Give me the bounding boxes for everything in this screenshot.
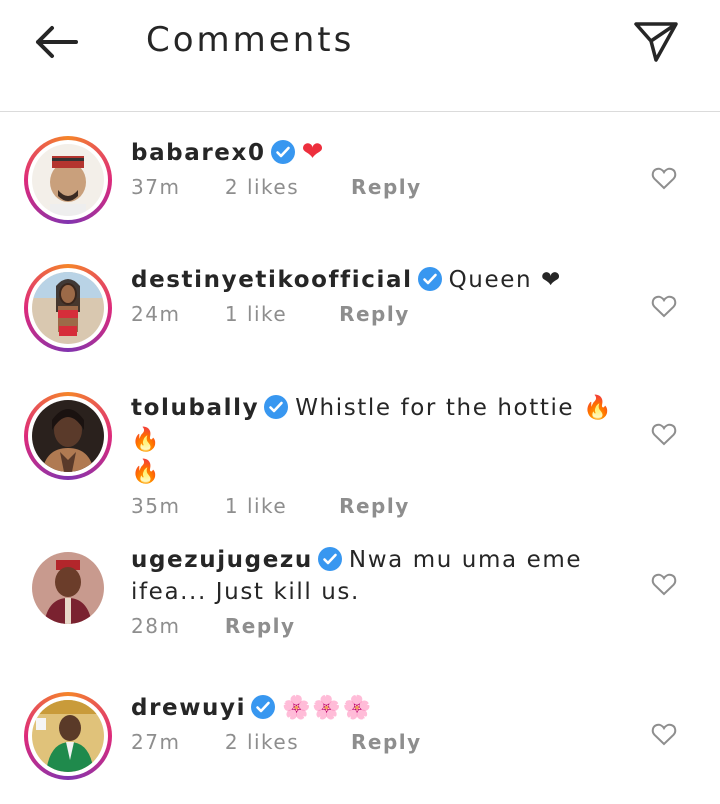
comment-likes[interactable]: 1 like <box>225 494 287 518</box>
comment-likes[interactable]: 1 like <box>225 302 287 326</box>
verified-badge-icon <box>417 267 442 291</box>
comment-item: babarex0 ❤ 37m 2 likes Reply <box>0 136 720 246</box>
avatar[interactable] <box>24 264 112 352</box>
comment-username[interactable]: tolubally <box>131 395 259 421</box>
comment-time: 35m <box>131 494 181 518</box>
comment-time: 37m <box>131 175 181 199</box>
avatar-image <box>32 552 104 624</box>
arrow-left-icon <box>36 26 78 58</box>
avatar[interactable] <box>24 544 112 632</box>
comment-time: 24m <box>131 302 181 326</box>
comment-time: 27m <box>131 730 181 754</box>
comment-item: destinyetikoofficial Queen ❤ 24m 1 like R… <box>0 264 720 374</box>
verified-badge-icon <box>264 395 289 419</box>
reply-button[interactable]: Reply <box>351 730 422 754</box>
comment-likes[interactable]: 2 likes <box>225 175 299 199</box>
page-title: Comments <box>146 20 355 60</box>
reply-button[interactable]: Reply <box>339 494 410 518</box>
comment-username[interactable]: babarex0 <box>131 140 266 166</box>
comments-header: Comments <box>0 0 720 112</box>
comment-username[interactable]: destinyetikoofficial <box>131 267 413 293</box>
comment-item: drewuyi 🌸🌸🌸 27m 2 likes Reply <box>0 692 720 802</box>
comment-text: ❤ <box>301 137 325 167</box>
comment-text-continued: 🔥 <box>131 459 162 485</box>
heart-icon[interactable] <box>651 166 677 190</box>
heart-icon[interactable] <box>651 572 677 596</box>
avatar[interactable] <box>24 392 112 480</box>
avatar-image <box>32 400 104 472</box>
comment-username[interactable]: ugezujugezu <box>131 547 313 573</box>
comment-likes[interactable]: 2 likes <box>225 730 299 754</box>
avatar-image <box>32 272 104 344</box>
heart-icon[interactable] <box>651 722 677 746</box>
comment-time: 28m <box>131 614 181 638</box>
comment-item: ugezujugezu Nwa mu uma eme ifea... Just k… <box>0 544 720 664</box>
avatar[interactable] <box>24 692 112 780</box>
comment-text-continued: ifea... Just kill us. <box>131 579 360 605</box>
comment-text: Nwa mu uma eme <box>348 547 583 573</box>
comment-item: tolubally Whistle for the hottie 🔥 🔥 🔥 35… <box>0 392 720 522</box>
heart-icon[interactable] <box>651 422 677 446</box>
reply-button[interactable]: Reply <box>351 175 422 199</box>
send-paper-plane-icon <box>634 22 678 62</box>
avatar-image <box>32 144 104 216</box>
avatar[interactable] <box>24 136 112 224</box>
avatar-image <box>32 700 104 772</box>
comment-text: Queen ❤ <box>448 267 562 293</box>
verified-badge-icon <box>270 140 295 164</box>
reply-button[interactable]: Reply <box>225 614 296 638</box>
share-button[interactable] <box>632 20 680 64</box>
reply-button[interactable]: Reply <box>339 302 410 326</box>
verified-badge-icon <box>251 695 276 719</box>
comment-username[interactable]: drewuyi <box>131 695 246 721</box>
comment-text: 🌸🌸🌸 <box>282 695 373 721</box>
heart-icon[interactable] <box>651 294 677 318</box>
verified-badge-icon <box>317 547 342 571</box>
back-button[interactable] <box>30 22 82 62</box>
